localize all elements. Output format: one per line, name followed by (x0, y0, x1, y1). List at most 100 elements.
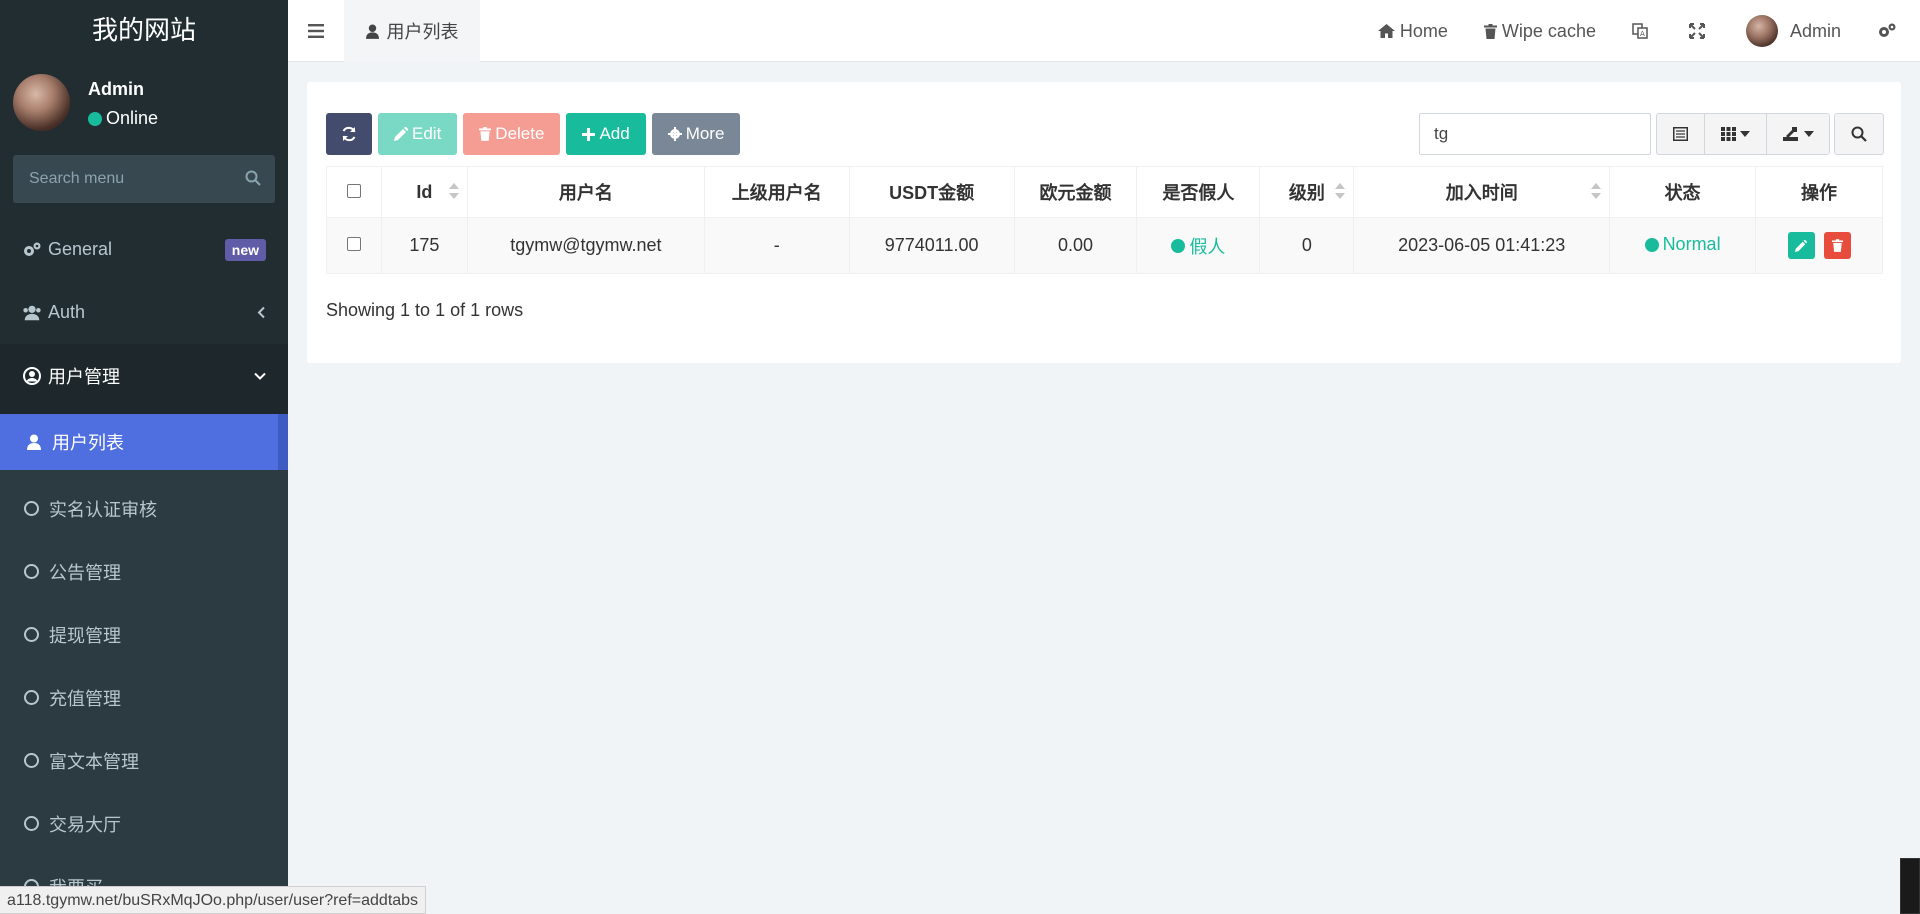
sidebar-item-trade[interactable]: 交易大厅 (0, 792, 288, 855)
search-menu-input[interactable] (13, 155, 233, 203)
circle-icon (24, 501, 39, 516)
delete-label: Delete (495, 124, 544, 144)
circle-icon (24, 753, 39, 768)
settings-button[interactable] (1859, 0, 1920, 62)
cogs-icon (22, 240, 42, 260)
column-joined[interactable]: 加入时间 (1354, 167, 1610, 218)
plus-icon (582, 128, 595, 141)
wipe-cache-button[interactable]: Wipe cache (1466, 0, 1614, 62)
bars-icon (308, 24, 324, 38)
column-eur: 欧元金额 (1014, 167, 1137, 218)
fullscreen-button[interactable] (1671, 0, 1728, 62)
column-ops: 操作 (1756, 167, 1883, 218)
sidebar-item-label: 提现管理 (49, 622, 121, 648)
admin-user-menu[interactable]: Admin (1728, 0, 1859, 62)
cogs-icon (1877, 22, 1897, 40)
column-parent: 上级用户名 (704, 167, 849, 218)
columns-button[interactable] (1705, 114, 1767, 154)
column-id[interactable]: Id (381, 167, 467, 218)
more-button[interactable]: More (652, 113, 741, 155)
status-dot-icon (1171, 239, 1185, 253)
edit-label: Edit (412, 124, 441, 144)
row-delete-button[interactable] (1824, 232, 1851, 259)
edit-button[interactable]: Edit (378, 113, 457, 155)
table-view-buttons (1656, 113, 1830, 155)
row-edit-button[interactable] (1788, 232, 1815, 259)
home-icon (1378, 24, 1395, 38)
status-badge[interactable]: Normal (1645, 234, 1721, 255)
corner-widget (1900, 858, 1920, 914)
column-status: 状态 (1610, 167, 1756, 218)
sidebar-toggle-button[interactable] (288, 0, 344, 62)
sidebar-item-realname-review[interactable]: 实名认证审核 (0, 477, 288, 540)
sidebar-item-notice[interactable]: 公告管理 (0, 540, 288, 603)
select-all-checkbox[interactable] (347, 184, 361, 198)
sidebar-item-richtext[interactable]: 富文本管理 (0, 729, 288, 792)
grid-icon (1721, 127, 1736, 141)
admin-label: Admin (1790, 21, 1841, 42)
submenu: 用户列表 实名认证审核 公告管理 提现管理 充值管理 富文本管理 (0, 407, 288, 914)
sidebar-item-label: 用户管理 (48, 363, 120, 389)
toggle-view-button[interactable] (1657, 114, 1705, 154)
wipe-cache-label: Wipe cache (1502, 21, 1596, 42)
export-button[interactable] (1767, 114, 1829, 154)
search-button[interactable] (1834, 113, 1884, 155)
refresh-icon (341, 126, 357, 142)
column-usdt: USDT金额 (849, 167, 1014, 218)
fake-text: 假人 (1189, 233, 1225, 259)
refresh-button[interactable] (326, 113, 372, 155)
site-title[interactable]: 我的网站 (0, 0, 288, 62)
caret-down-icon (1740, 131, 1750, 137)
table-search-input[interactable] (1419, 113, 1651, 155)
trash-icon (1484, 24, 1497, 39)
sidebar-item-label: Auth (48, 302, 85, 323)
tab-user-list[interactable]: 用户列表 (344, 0, 480, 62)
sidebar-item-recharge[interactable]: 充值管理 (0, 666, 288, 729)
home-link[interactable]: Home (1360, 0, 1466, 62)
export-icon (1783, 127, 1800, 141)
caret-down-icon (1804, 131, 1814, 137)
table-toolbar: Edit Delete Add More (326, 113, 746, 155)
circle-icon (24, 816, 39, 831)
sidebar-item-label: 交易大厅 (49, 811, 121, 837)
user-icon (24, 434, 44, 450)
chevron-left-icon (256, 302, 266, 323)
row-checkbox[interactable] (347, 237, 361, 251)
top-navbar: 用户列表 Home Wipe cache A Admin (288, 0, 1920, 62)
cell-eur: 0.00 (1014, 218, 1137, 274)
column-username: 用户名 (467, 167, 704, 218)
fullscreen-icon (1689, 23, 1705, 39)
chevron-down-icon (254, 365, 266, 386)
cell-parent: - (704, 218, 849, 274)
sidebar-item-label: General (48, 239, 112, 260)
language-button[interactable]: A (1614, 0, 1671, 62)
avatar (13, 74, 70, 131)
more-label: More (686, 124, 725, 144)
circle-icon (24, 627, 39, 642)
add-button[interactable]: Add (566, 113, 645, 155)
user-table: Id 用户名 上级用户名 USDT金额 欧元金额 是否假人 级别 加入时间 状态… (326, 166, 1883, 274)
delete-button[interactable]: Delete (463, 113, 560, 155)
sidebar-item-label: 用户列表 (52, 429, 124, 455)
table-header-row: Id 用户名 上级用户名 USDT金额 欧元金额 是否假人 级别 加入时间 状态… (327, 167, 1883, 218)
circle-icon (24, 690, 39, 705)
user-name: Admin (88, 79, 144, 100)
svg-text:A: A (1640, 30, 1645, 38)
user-status-text: Online (106, 108, 158, 129)
sidebar-item-withdraw[interactable]: 提现管理 (0, 603, 288, 666)
content-panel: Edit Delete Add More (307, 82, 1901, 363)
sidebar-item-auth[interactable]: Auth (0, 281, 288, 344)
fake-badge[interactable]: 假人 (1171, 233, 1225, 259)
select-all-header (327, 167, 382, 218)
sidebar-item-user-management[interactable]: 用户管理 (0, 344, 288, 407)
browser-status-url: a118.tgymw.net/buSRxMqJOo.php/user/user?… (0, 886, 426, 914)
sidebar-search (13, 155, 275, 203)
sidebar-item-general[interactable]: General new (0, 218, 288, 281)
column-fake: 是否假人 (1137, 167, 1260, 218)
column-level[interactable]: 级别 (1260, 167, 1354, 218)
status-dot-icon (1645, 238, 1659, 252)
sidebar-item-user-list[interactable]: 用户列表 (0, 414, 288, 470)
user-icon (366, 24, 379, 39)
search-icon[interactable] (245, 170, 261, 186)
status-text: Normal (1663, 234, 1721, 255)
